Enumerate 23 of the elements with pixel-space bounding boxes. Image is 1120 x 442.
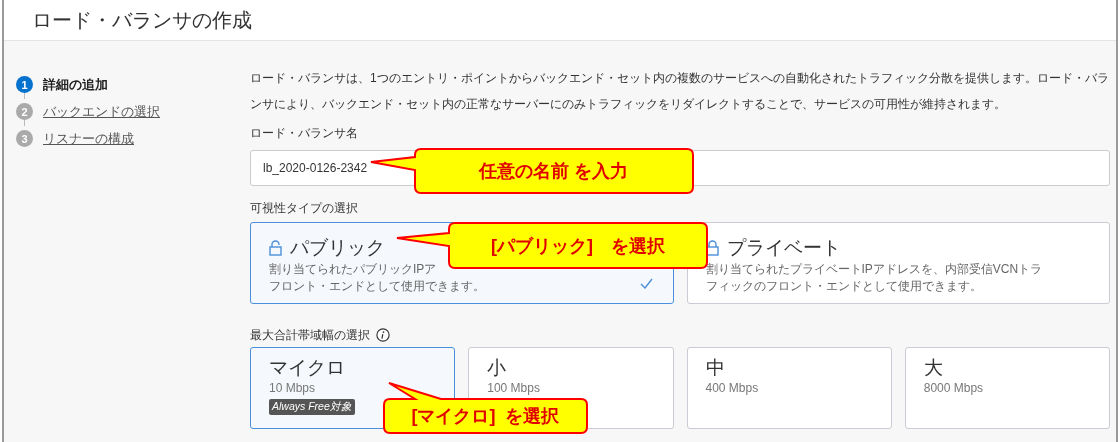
bandwidth-speed: 10 Mbps: [269, 381, 316, 395]
option-title: 大: [923, 356, 943, 380]
option-title: 小: [487, 356, 507, 380]
bandwidth-speed: 8000 Mbps: [923, 381, 984, 395]
description: ロード・バランサは、1つのエントリ・ポイントからバックエンド・セット内の複数のサービスへの自動化されたトラフィック分散を提供します。ロード・バランサにより、バックエンド・セット内の正常なサーバーにのみトラフィックをリダイレクトすることで、サービスの可用性が維持されます。: [250, 70, 1110, 113]
field-label: ロード・バランサ名: [250, 125, 359, 142]
step-number: 3: [16, 130, 33, 147]
option-title: マイクロ: [269, 356, 345, 380]
page-title: ロード・バランサの作成: [32, 7, 252, 33]
section-label: 最大合計帯域幅の選択: [250, 326, 370, 344]
section-label: 可視性タイプの選択: [250, 199, 358, 217]
bandwidth-speed: 400 Mbps: [705, 381, 759, 395]
option-title: パブリック: [290, 236, 385, 260]
option-description: フィックのフロント・エンドとして使用できます。: [705, 278, 982, 295]
option-title: 中: [705, 356, 725, 380]
step-number: 1: [16, 76, 33, 93]
option-description: フロント・エンドとして使用できます。: [269, 278, 485, 295]
step-number: 2: [16, 103, 33, 120]
option-description: 割り当てられたプライベートIPアドレスを、内部受信VCNトラ: [705, 261, 1043, 278]
bandwidth-speed: 100 Mbps: [487, 381, 540, 395]
option-title: プライベート: [726, 236, 841, 260]
free-tier-badge: Always Free対象: [269, 399, 355, 415]
option-description: 割り当てられたパブリックIPア: [269, 261, 437, 278]
